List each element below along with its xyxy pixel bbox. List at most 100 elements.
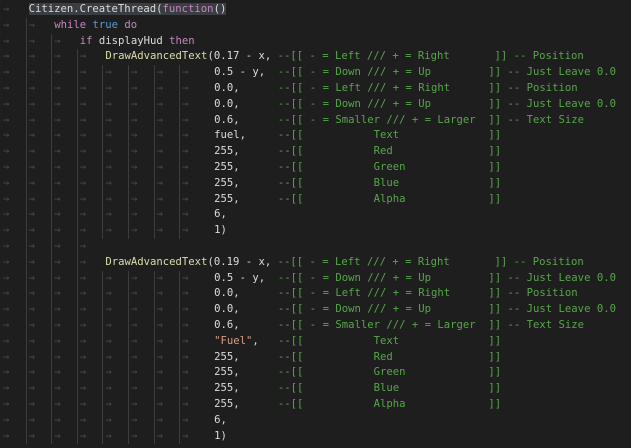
- code-token: 1): [207, 429, 227, 442]
- code-line[interactable]: → → → → → → → → 1): [0, 223, 631, 239]
- code-token: 6,: [207, 413, 227, 426]
- code-line[interactable]: → → → →: [0, 238, 631, 255]
- code-line[interactable]: → → → → → → → → 6,: [0, 412, 631, 429]
- code-token: --[[ Green ]]: [277, 366, 502, 379]
- code-text: DrawAdvancedText(0.19 - x, --[[ - = Left…: [105, 256, 583, 268]
- code-text: fuel, --[[ Text ]]: [208, 129, 501, 141]
- code-line[interactable]: → → → → → → → → 0.0, --[[ - = Down /// + = Up ]…: [0, 302, 631, 318]
- code-line[interactable]: → → → → → → → → 0.5 - y, --[[ - = Down /// + = …: [0, 65, 631, 81]
- code-line[interactable]: → → → → → → → → 255, --[[ Alpha ]]: [0, 396, 631, 413]
- code-line[interactable]: → → → → → → → → 0.0, --[[ - = Left /// + = Righ…: [0, 286, 631, 302]
- code-text: 0.0, --[[ - = Left /// + = Right ]] -- P…: [208, 287, 578, 299]
- code-text: 255, --[[ Green ]]: [208, 161, 501, 173]
- code-line[interactable]: → → while true do: [0, 17, 631, 34]
- code-token: --[[ - = Smaller /// + = Larger ]] -- Te…: [277, 113, 585, 126]
- code-text: 255, --[[ Blue ]]: [208, 177, 501, 189]
- code-token: --[[ - = Left /// + = Right ]] -- Positi…: [277, 50, 584, 63]
- tab-whitespace-icon: →: [179, 286, 208, 302]
- code-token: 6,: [207, 208, 227, 221]
- code-token: --[[ Alpha ]]: [277, 397, 502, 410]
- tab-whitespace-icon: →: [179, 349, 208, 366]
- code-token: --[[ - = Left /// + = Right ]] -- Positi…: [277, 81, 578, 94]
- code-token: 255,: [207, 350, 278, 363]
- code-token: 255,: [207, 397, 278, 410]
- code-token: 255,: [207, 366, 278, 379]
- code-token: displayHud: [92, 34, 170, 47]
- code-line[interactable]: → → → → → → → → 255, --[[ Green ]]: [0, 365, 631, 381]
- tab-whitespace-icon: →: [3, 3, 10, 15]
- code-text: 255, --[[ Red ]]: [208, 145, 501, 157]
- tab-whitespace-icon: →: [179, 365, 208, 381]
- code-editor[interactable]: → Citizen.CreateThread(function() → → while …: [0, 0, 631, 448]
- code-token: --[[ Alpha ]]: [277, 192, 502, 205]
- code-token: --[[ Text ]]: [277, 334, 502, 347]
- code-token: 255,: [207, 382, 278, 395]
- code-line[interactable]: → → → → DrawAdvancedText(0.19 - x, --[[ - = …: [0, 254, 631, 271]
- tab-whitespace-icon: →: [179, 96, 208, 113]
- code-line[interactable]: → → → → → → → → 0.0, --[[ - = Left /// + = Righ…: [0, 80, 631, 97]
- code-line[interactable]: → → → → → → → → "Fuel", --[[ Text ]]: [0, 333, 631, 350]
- code-text: 6,: [208, 414, 227, 426]
- code-line[interactable]: → → → → → → → → 0.6, --[[ - = Smaller /// + = L…: [0, 317, 631, 334]
- code-text: 0.5 - y, --[[ - = Down /// + = Up ]] -- …: [208, 272, 616, 284]
- tab-whitespace-icon: →: [179, 175, 208, 192]
- code-token: 255,: [207, 145, 278, 158]
- code-text: 1): [208, 430, 227, 442]
- code-token: 0.0,: [207, 81, 278, 94]
- code-token: 1): [207, 224, 227, 237]
- tab-whitespace-icon: →: [76, 238, 106, 255]
- code-token: (): [213, 3, 227, 15]
- code-token: if: [79, 34, 93, 47]
- code-line[interactable]: → → → → DrawAdvancedText(0.17 - x, --[[ - = …: [0, 49, 631, 65]
- code-line[interactable]: → → → → → → → → 1): [0, 428, 631, 445]
- tab-whitespace-icon: →: [179, 159, 208, 176]
- code-line[interactable]: → → → → → → → → 255, --[[ Red ]]: [0, 144, 631, 160]
- code-line[interactable]: → → → → → → → → 0.5 - y, --[[ - = Down /// + = …: [0, 270, 631, 287]
- code-token: (0.17 - x,: [207, 50, 278, 63]
- code-line[interactable]: → → → → → → → → fuel, --[[ Text ]]: [0, 128, 631, 144]
- tab-whitespace-icon: →: [179, 112, 208, 129]
- code-token: --[[ - = Smaller /// + = Larger ]] -- Te…: [277, 318, 585, 331]
- tab-whitespace-icon: →: [179, 128, 208, 144]
- code-token: --[[ Text ]]: [277, 129, 502, 142]
- code-line[interactable]: → → → → → → → → 255, --[[ Alpha ]]: [0, 191, 631, 208]
- code-line[interactable]: → → → → → → → → 6,: [0, 207, 631, 223]
- tab-whitespace-icon: →: [179, 223, 208, 239]
- tab-whitespace-icon: →: [179, 191, 208, 208]
- code-token: "Fuel": [214, 334, 253, 347]
- code-text: 0.5 - y, --[[ - = Down /// + = Up ]] -- …: [208, 66, 616, 78]
- code-text: 255, --[[ Alpha ]]: [208, 193, 501, 205]
- tab-whitespace-icon: →: [179, 428, 208, 445]
- code-line[interactable]: → → → → → → → → 0.6, --[[ - = Smaller /// + = L…: [0, 112, 631, 129]
- code-token: --[[ - = Left /// + = Right ]] -- Positi…: [277, 255, 584, 268]
- code-line[interactable]: → → → → → → → → 255, --[[ Red ]]: [0, 349, 631, 366]
- code-token: do: [124, 18, 138, 31]
- tab-whitespace-icon: →: [179, 333, 208, 350]
- code-line[interactable]: → → → → → → → → 255, --[[ Green ]]: [0, 159, 631, 176]
- code-token: --[[ Red ]]: [277, 145, 502, 158]
- code-token: --[[ Green ]]: [277, 160, 502, 173]
- code-line[interactable]: → → → → → → → → 0.0, --[[ - = Down /// + = Up ]…: [0, 96, 631, 113]
- code-token: 0.0,: [207, 303, 278, 316]
- code-text: 255, --[[ Red ]]: [208, 351, 501, 363]
- code-text: 0.6, --[[ - = Smaller /// + = Larger ]] …: [208, 114, 584, 126]
- code-token: 255,: [207, 176, 278, 189]
- code-line[interactable]: → → → if displayHud then: [0, 33, 631, 50]
- code-text: 255, --[[ Green ]]: [208, 366, 501, 378]
- code-token: --[[ - = Down /// + = Up ]] -- Just Leav…: [277, 97, 616, 110]
- code-line[interactable]: → Citizen.CreateThread(function(): [0, 2, 631, 18]
- code-text: DrawAdvancedText(0.17 - x, --[[ - = Left…: [105, 50, 583, 62]
- code-line[interactable]: → → → → → → → → 255, --[[ Blue ]]: [0, 381, 631, 397]
- highlighted-code: Citizen.CreateThread(function(): [28, 3, 227, 15]
- code-token: --[[ - = Down /// + = Up ]] -- Just Leav…: [277, 303, 616, 316]
- code-token: --[[ Red ]]: [277, 350, 502, 363]
- code-token: --[[ - = Left /// + = Right ]] -- Positi…: [277, 287, 578, 300]
- code-token: DrawAdvancedText: [105, 255, 208, 268]
- code-text: while true do: [54, 19, 137, 31]
- code-text: 255, --[[ Alpha ]]: [208, 398, 501, 410]
- code-text: 0.0, --[[ - = Down /// + = Up ]] -- Just…: [208, 98, 616, 110]
- code-token: 0.0,: [207, 287, 278, 300]
- code-line[interactable]: → → → → → → → → 255, --[[ Blue ]]: [0, 175, 631, 192]
- tab-whitespace-icon: →: [25, 17, 55, 34]
- tab-whitespace-icon: →: [76, 254, 106, 271]
